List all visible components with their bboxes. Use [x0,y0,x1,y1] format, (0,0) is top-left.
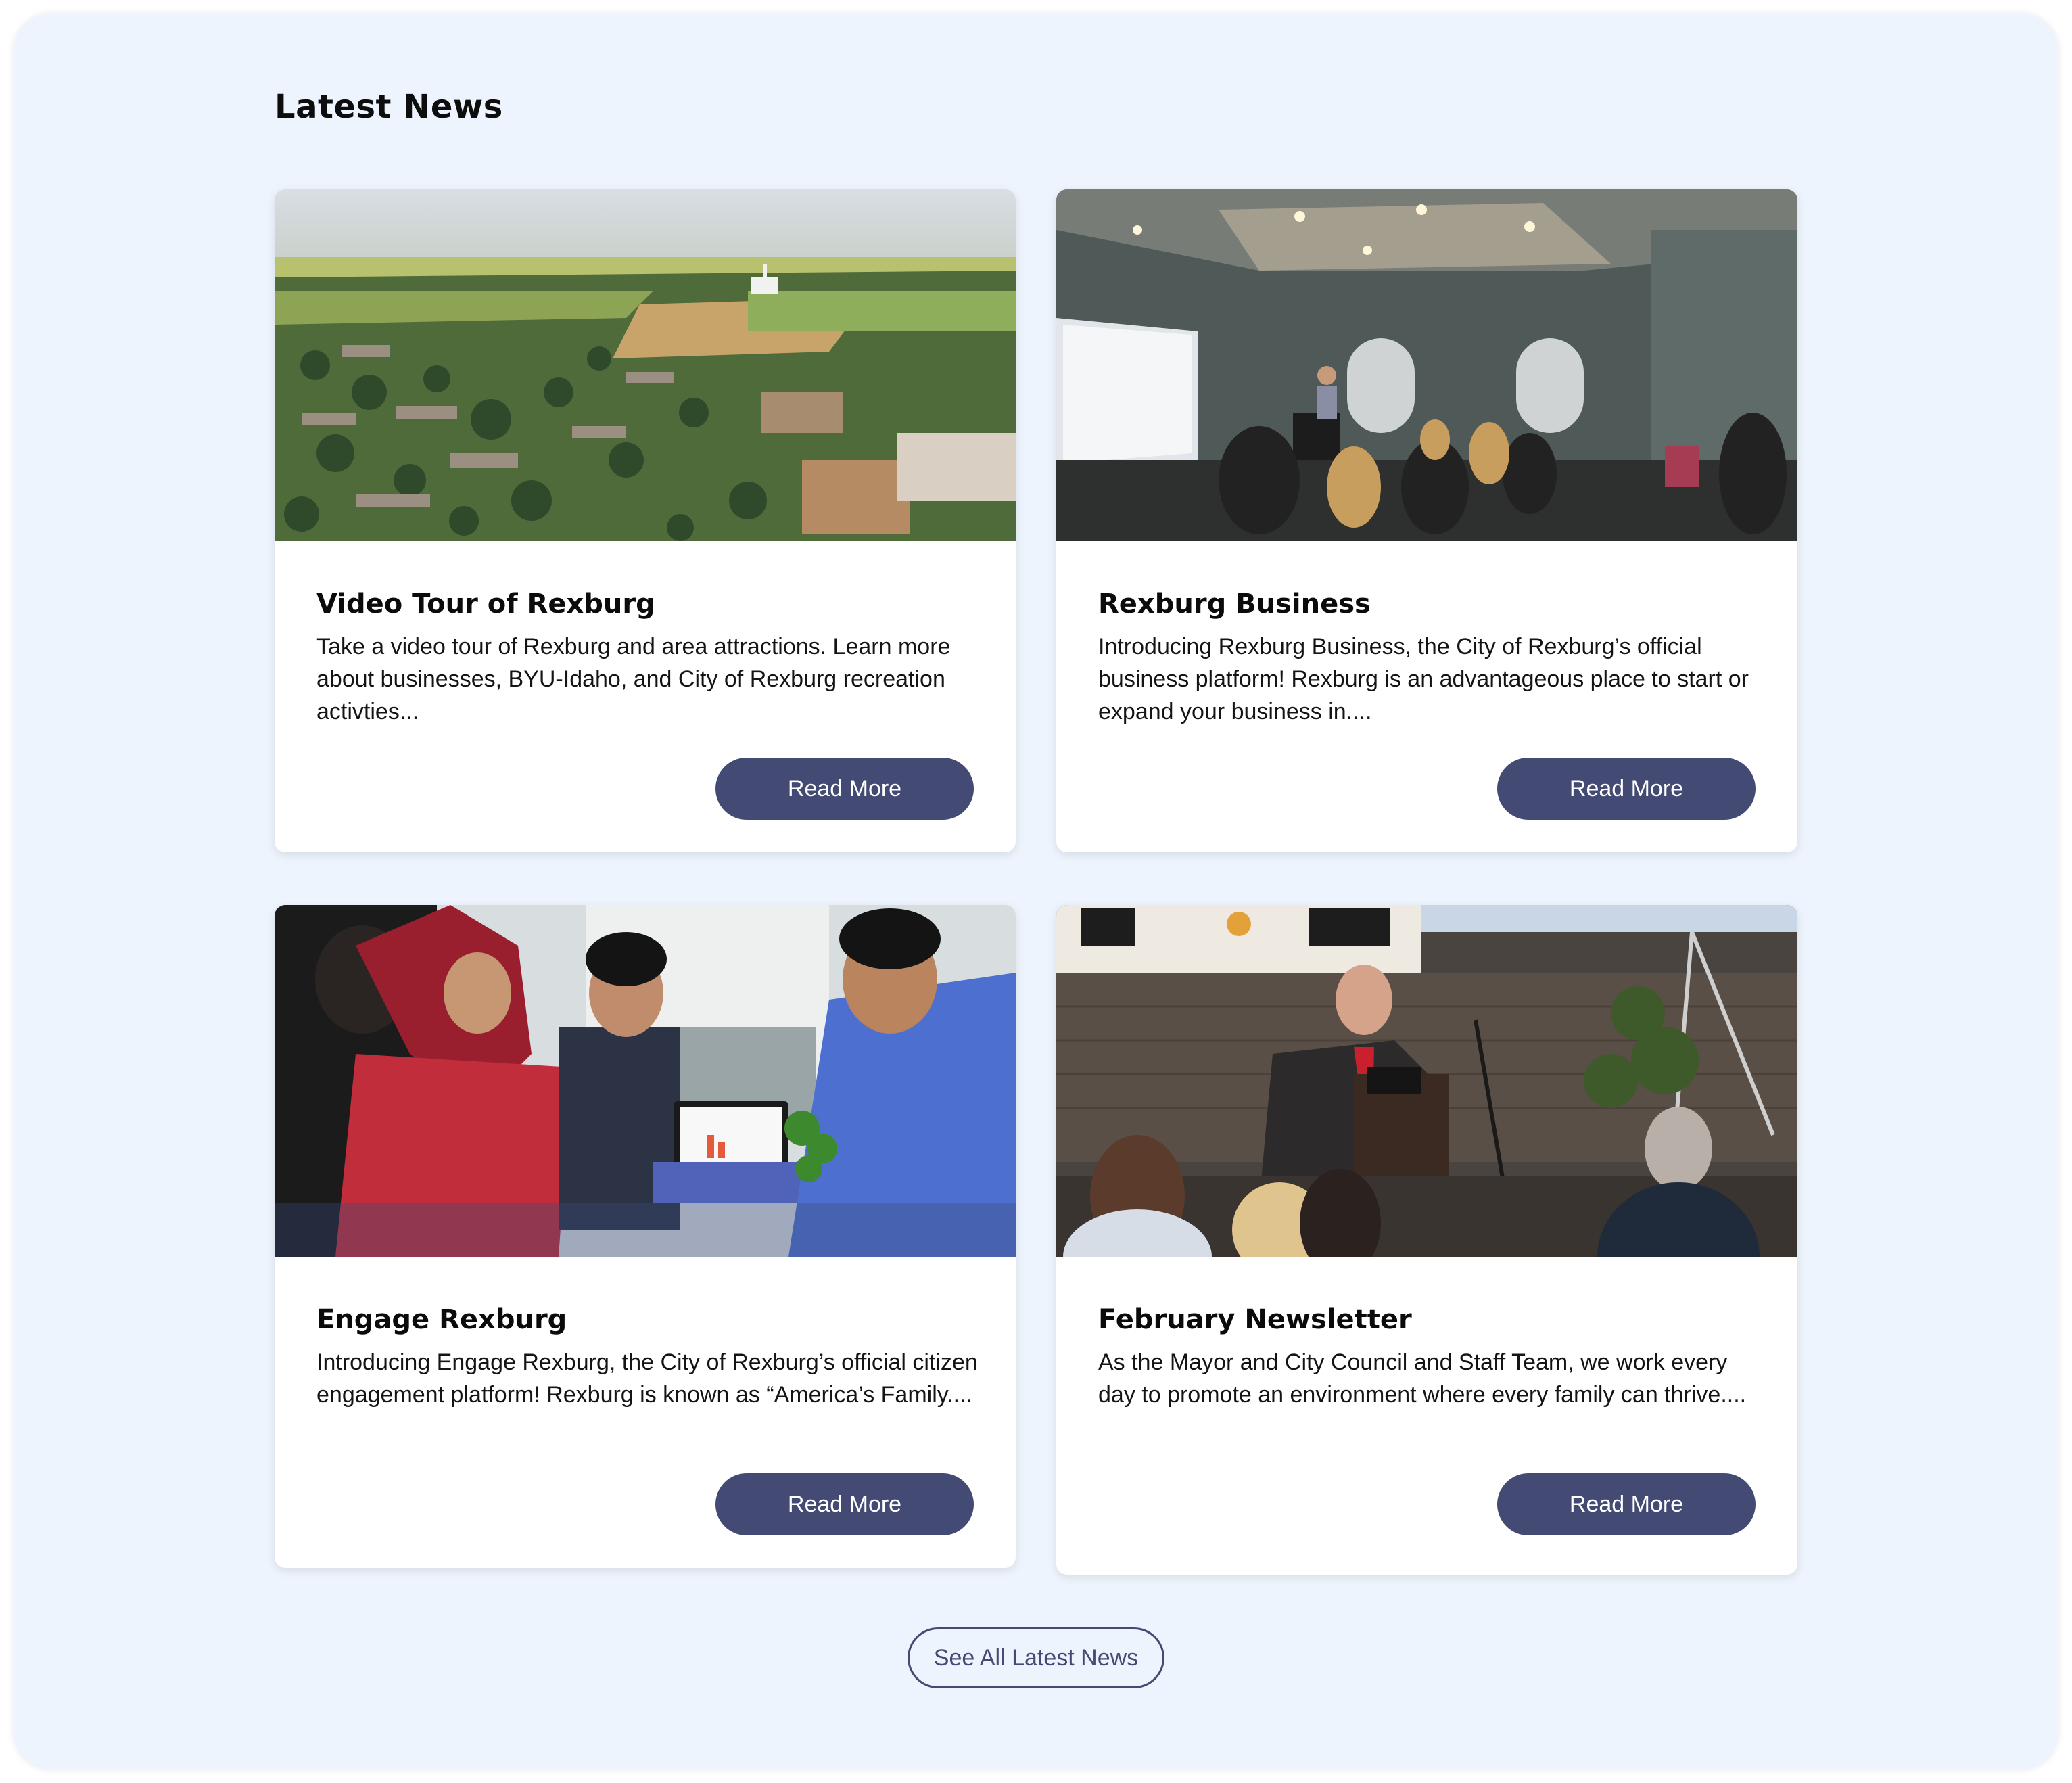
card-title[interactable]: Rexburg Business [1098,588,1371,620]
card-excerpt: As the Mayor and City Council and Staff … [1098,1349,1747,1408]
news-card: Engage Rexburg Introducing Engage Rexbur… [275,905,1016,1568]
news-card: Video Tour of Rexburg Take a video tour … [275,189,1016,852]
see-all-latest-news-button[interactable]: See All Latest News [908,1627,1164,1688]
business-presentation-meeting-photo[interactable] [1056,189,1797,541]
read-more-button[interactable]: Read More [1497,758,1756,820]
news-card: Rexburg Business Introducing Rexburg Bus… [1056,189,1797,852]
card-title[interactable]: Video Tour of Rexburg [316,588,655,620]
mayor-speaking-at-podium-photo[interactable] [1056,905,1797,1257]
group-using-laptop-photo[interactable] [275,905,1016,1257]
card-excerpt: Introducing Engage Rexburg, the City of … [316,1349,978,1408]
read-more-button[interactable]: Read More [1497,1473,1756,1535]
card-excerpt: Introducing Rexburg Business, the City o… [1098,634,1749,724]
news-section: Latest News Video Tour of Rexburg Take a… [14,14,2058,1769]
read-more-button[interactable]: Read More [715,1473,974,1535]
aerial-view-of-rexburg-photo[interactable] [275,189,1016,541]
section-title: Latest News [275,88,503,126]
card-title[interactable]: February Newsletter [1098,1304,1412,1335]
read-more-button[interactable]: Read More [715,758,974,820]
card-excerpt: Take a video tour of Rexburg and area at… [316,634,951,724]
news-card: February Newsletter As the Mayor and Cit… [1056,905,1797,1575]
card-title[interactable]: Engage Rexburg [316,1304,567,1335]
